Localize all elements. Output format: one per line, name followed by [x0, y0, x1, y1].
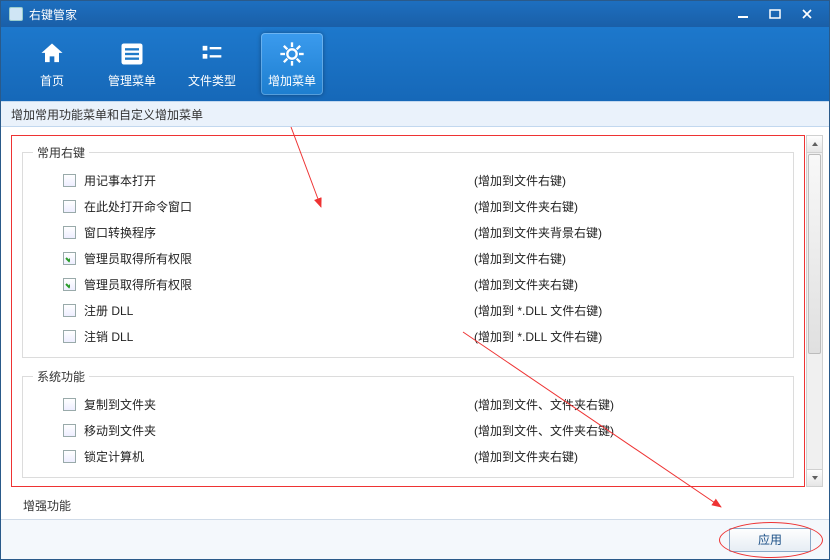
checkbox[interactable] — [63, 174, 76, 187]
group-common-legend: 常用右键 — [33, 144, 89, 161]
option-row: 管理员取得所有权限(增加到文件右键) — [33, 245, 783, 271]
app-icon — [9, 7, 23, 21]
option-name: 用记事本打开 — [84, 172, 474, 189]
group-system: 系统功能 复制到文件夹(增加到文件、文件夹右键)移动到文件夹(增加到文件、文件夹… — [22, 368, 794, 478]
group-common: 常用右键 用记事本打开(增加到文件右键)在此处打开命令窗口(增加到文件夹右键)窗… — [22, 144, 794, 358]
option-desc: (增加到文件夹背景右键) — [474, 224, 602, 241]
tab-filetype[interactable]: 文件类型 — [181, 33, 243, 95]
option-desc: (增加到 *.DLL 文件右键) — [474, 328, 602, 345]
scroll-down-button[interactable] — [807, 469, 822, 486]
tab-filetype-label: 文件类型 — [188, 72, 236, 89]
scroll-up-button[interactable] — [807, 136, 822, 153]
gear-icon — [278, 40, 306, 68]
tab-home-label: 首页 — [40, 72, 64, 89]
group-enhance-legend: 增强功能 — [19, 497, 75, 514]
close-button[interactable] — [793, 5, 821, 23]
option-row: 用记事本打开(增加到文件右键) — [33, 167, 783, 193]
home-icon — [38, 40, 66, 68]
option-name: 窗口转换程序 — [84, 224, 474, 241]
option-row: 窗口转换程序(增加到文件夹背景右键) — [33, 219, 783, 245]
option-desc: (增加到文件、文件夹右键) — [474, 396, 614, 413]
group-system-legend: 系统功能 — [33, 368, 89, 385]
maximize-button[interactable] — [761, 5, 789, 23]
description-bar: 增加常用功能菜单和自定义增加菜单 — [1, 101, 829, 127]
option-row: 移动到文件夹(增加到文件、文件夹右键) — [33, 417, 783, 443]
option-row: 锁定计算机(增加到文件夹右键) — [33, 443, 783, 469]
option-desc: (增加到文件夹右键) — [474, 276, 578, 293]
option-desc: (增加到文件、文件夹右键) — [474, 422, 614, 439]
option-name: 管理员取得所有权限 — [84, 276, 474, 293]
toolbar: 首页 管理菜单 文件类型 增加菜单 — [1, 27, 829, 101]
option-row: 管理员取得所有权限(增加到文件夹右键) — [33, 271, 783, 297]
checklist-icon — [198, 40, 226, 68]
minimize-button[interactable] — [729, 5, 757, 23]
tab-addmenu[interactable]: 增加菜单 — [261, 33, 323, 95]
option-row: 在此处打开命令窗口(增加到文件夹右键) — [33, 193, 783, 219]
option-row: 注销 DLL(增加到 *.DLL 文件右键) — [33, 323, 783, 349]
tab-addmenu-label: 增加菜单 — [268, 72, 316, 89]
checkbox[interactable] — [63, 252, 76, 265]
option-name: 移动到文件夹 — [84, 422, 474, 439]
app-window: 右键管家 首页 管理菜单 — [0, 0, 830, 560]
checkbox[interactable] — [63, 424, 76, 437]
option-desc: (增加到文件右键) — [474, 250, 566, 267]
checkbox[interactable] — [63, 200, 76, 213]
content-area: 常用右键 用记事本打开(增加到文件右键)在此处打开命令窗口(增加到文件夹右键)窗… — [1, 127, 829, 519]
apply-button[interactable]: 应用 — [729, 528, 811, 552]
options-panel: 常用右键 用记事本打开(增加到文件右键)在此处打开命令窗口(增加到文件夹右键)窗… — [11, 135, 805, 487]
scroll-thumb[interactable] — [808, 154, 821, 354]
checkbox[interactable] — [63, 330, 76, 343]
option-desc: (增加到文件右键) — [474, 172, 566, 189]
checkbox[interactable] — [63, 398, 76, 411]
tab-manage[interactable]: 管理菜单 — [101, 33, 163, 95]
list-icon — [118, 40, 146, 68]
tab-home[interactable]: 首页 — [21, 33, 83, 95]
option-row: 复制到文件夹(增加到文件、文件夹右键) — [33, 391, 783, 417]
tab-manage-label: 管理菜单 — [108, 72, 156, 89]
checkbox[interactable] — [63, 450, 76, 463]
option-name: 注册 DLL — [84, 302, 474, 319]
window-title: 右键管家 — [29, 6, 729, 23]
checkbox[interactable] — [63, 278, 76, 291]
option-name: 复制到文件夹 — [84, 396, 474, 413]
option-desc: (增加到文件夹右键) — [474, 198, 578, 215]
footer: 应用 — [1, 519, 829, 559]
window-controls — [729, 5, 821, 23]
scrollbar[interactable] — [806, 135, 823, 487]
option-name: 注销 DLL — [84, 328, 474, 345]
option-desc: (增加到 *.DLL 文件右键) — [474, 302, 602, 319]
option-row: 注册 DLL(增加到 *.DLL 文件右键) — [33, 297, 783, 323]
checkbox[interactable] — [63, 304, 76, 317]
titlebar: 右键管家 — [1, 1, 829, 27]
option-name: 在此处打开命令窗口 — [84, 198, 474, 215]
option-name: 锁定计算机 — [84, 448, 474, 465]
description-text: 增加常用功能菜单和自定义增加菜单 — [11, 106, 203, 123]
checkbox[interactable] — [63, 226, 76, 239]
option-desc: (增加到文件夹右键) — [474, 448, 578, 465]
option-name: 管理员取得所有权限 — [84, 250, 474, 267]
